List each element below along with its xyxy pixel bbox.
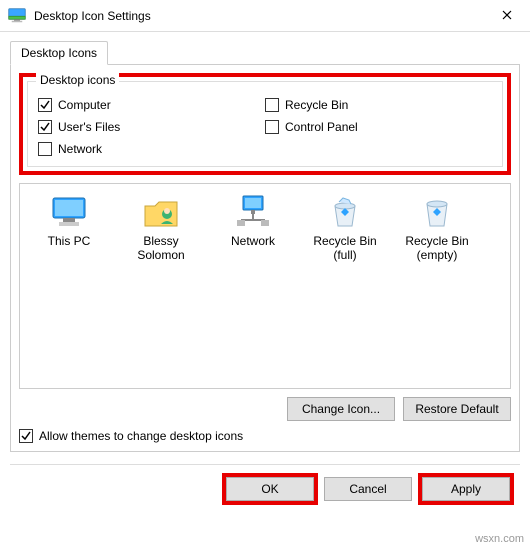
checkbox-icon — [38, 142, 52, 156]
watermark: wsxn.com — [475, 533, 524, 545]
checkbox-icon — [38, 120, 52, 134]
highlight-desktop-icons-group: Desktop icons Computer Recycle Bin — [19, 73, 511, 175]
checkbox-label: User's Files — [58, 120, 120, 134]
desktop-icons-group: Desktop icons Computer Recycle Bin — [27, 81, 503, 167]
close-button[interactable] — [484, 0, 530, 32]
checkbox-label: Network — [58, 142, 102, 156]
checkbox-grid: Computer Recycle Bin User's Files — [38, 98, 492, 156]
tab-panel: Desktop icons Computer Recycle Bin — [10, 64, 520, 452]
dialog-button-row: OK Cancel Apply — [10, 464, 520, 513]
checkbox-icon — [38, 98, 52, 112]
preview-recycle-bin-empty[interactable]: Recycle Bin (empty) — [394, 194, 480, 263]
preview-label: Network — [231, 234, 275, 248]
tabstrip: Desktop Icons — [10, 41, 520, 65]
icon-preview-pane[interactable]: This PC Blessy Solomon — [19, 183, 511, 389]
network-icon — [233, 194, 273, 230]
client-area: Desktop Icons Desktop icons Computer Rec… — [0, 32, 530, 513]
preview-this-pc[interactable]: This PC — [26, 194, 112, 248]
checkbox-control-panel[interactable]: Control Panel — [265, 120, 492, 134]
checkbox-network[interactable]: Network — [38, 142, 265, 156]
checkbox-icon — [265, 120, 279, 134]
icon-action-row: Change Icon... Restore Default — [19, 397, 511, 421]
computer-icon — [49, 194, 89, 230]
checkbox-icon — [19, 429, 33, 443]
preview-network[interactable]: Network — [210, 194, 296, 248]
preview-recycle-bin-full[interactable]: Recycle Bin (full) — [302, 194, 388, 263]
group-legend: Desktop icons — [36, 73, 119, 87]
cancel-button[interactable]: Cancel — [324, 477, 412, 501]
preview-label: This PC — [48, 234, 91, 248]
checkbox-icon — [265, 98, 279, 112]
checkbox-allow-themes[interactable]: Allow themes to change desktop icons — [19, 429, 511, 443]
window-title: Desktop Icon Settings — [34, 9, 484, 23]
recycle-bin-full-icon — [325, 194, 365, 230]
user-folder-icon — [141, 194, 181, 230]
titlebar: Desktop Icon Settings — [0, 0, 530, 32]
preview-label: Blessy Solomon — [118, 234, 204, 263]
checkbox-label: Control Panel — [285, 120, 358, 134]
preview-user-folder[interactable]: Blessy Solomon — [118, 194, 204, 263]
checkbox-label: Computer — [58, 98, 111, 112]
restore-default-button[interactable]: Restore Default — [403, 397, 511, 421]
recycle-bin-empty-icon — [417, 194, 457, 230]
preview-label: Recycle Bin (full) — [302, 234, 388, 263]
apply-button[interactable]: Apply — [422, 477, 510, 501]
checkbox-users-files[interactable]: User's Files — [38, 120, 265, 134]
app-icon — [8, 8, 26, 24]
change-icon-button[interactable]: Change Icon... — [287, 397, 395, 421]
checkbox-recycle-bin[interactable]: Recycle Bin — [265, 98, 492, 112]
checkbox-label: Allow themes to change desktop icons — [39, 429, 243, 443]
close-icon — [502, 9, 512, 23]
checkbox-label: Recycle Bin — [285, 98, 348, 112]
preview-label: Recycle Bin (empty) — [394, 234, 480, 263]
checkbox-computer[interactable]: Computer — [38, 98, 265, 112]
ok-button[interactable]: OK — [226, 477, 314, 501]
tab-desktop-icons[interactable]: Desktop Icons — [10, 41, 108, 65]
